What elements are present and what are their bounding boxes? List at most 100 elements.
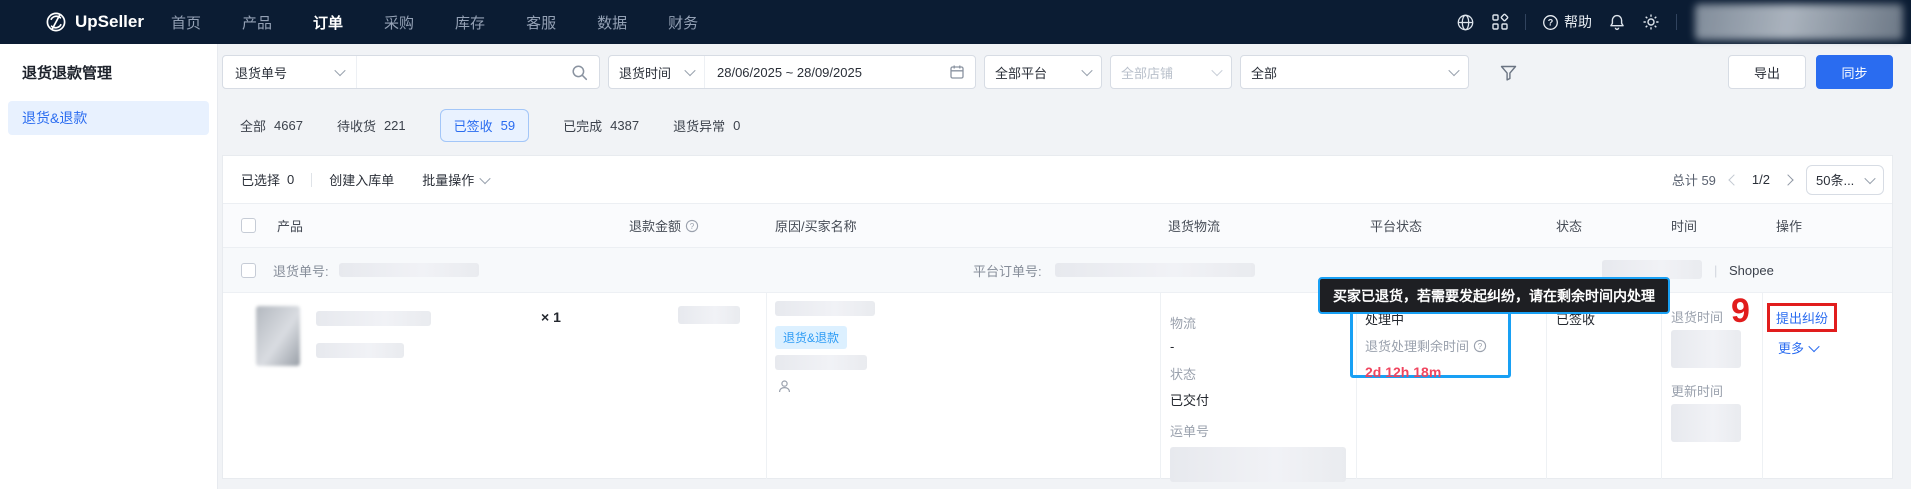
nav-item-data[interactable]: 数据	[597, 12, 627, 33]
divider	[311, 172, 313, 187]
col-time: 时间	[1671, 219, 1698, 234]
tab-count: 0	[733, 117, 741, 133]
svg-text:?: ?	[1548, 17, 1554, 27]
product-image-blurred[interactable]	[256, 306, 300, 366]
refund-amount-cell	[618, 293, 767, 479]
tab-completed[interactable]: 已完成 4387	[563, 116, 639, 135]
page-size-select[interactable]: 50条...	[1806, 164, 1884, 195]
help-question-icon: ?	[1542, 14, 1559, 31]
nav-item-home[interactable]: 首页	[171, 12, 201, 33]
remaining-time-row: 退货处理剩余时间 ?	[1365, 336, 1508, 355]
return-no-label: 退货单号:	[273, 263, 329, 279]
search-group: 退货单号	[222, 55, 600, 89]
product-cell: × 1	[223, 293, 618, 479]
product-title-blurred	[316, 311, 431, 326]
calendar-icon[interactable]	[949, 64, 965, 80]
nav-item-inventory[interactable]: 库存	[455, 12, 485, 33]
refund-amount-blurred	[678, 306, 740, 324]
sidebar-title: 退货退款管理	[22, 65, 113, 82]
time-type-select[interactable]: 退货时间	[609, 56, 704, 88]
top-nav: UpSeller 首页 产品 订单 采购 库存 客服 数据 财务 ? 帮助	[0, 0, 1911, 44]
dispute-tooltip: 买家已退货，若需要发起纠纷，请在剩余时间内处理	[1318, 277, 1670, 314]
row-checkbox[interactable]	[241, 262, 256, 278]
tab-return-abnormal[interactable]: 退货异常 0	[673, 116, 740, 135]
col-status: 状态	[1556, 219, 1583, 234]
table-row: × 1 退货&退款 物流 - 状态 已交付 运单号 已签收 退货时间 更新时间 …	[223, 293, 1892, 482]
nav-right-tools: ? 帮助	[1456, 4, 1903, 40]
time-type-value: 退货时间	[619, 65, 672, 81]
chevron-down-icon	[1448, 64, 1460, 77]
export-button[interactable]: 导出	[1728, 55, 1806, 89]
reason-blurred	[775, 301, 875, 316]
main-menu: 首页 产品 订单 采购 库存 客服 数据 财务	[171, 12, 698, 33]
tab-received[interactable]: 已签收 59	[439, 108, 530, 142]
question-circle-icon[interactable]: ?	[685, 219, 699, 233]
update-time-label: 更新时间	[1671, 384, 1724, 399]
nav-item-products[interactable]: 产品	[242, 12, 272, 33]
sync-button[interactable]: 同步	[1816, 55, 1893, 89]
divider: |	[1714, 262, 1718, 278]
logistics-value: -	[1170, 339, 1175, 354]
reason-buyer-cell: 退货&退款	[767, 293, 1161, 479]
return-no-blurred	[338, 263, 479, 277]
prev-page-icon[interactable]	[1728, 173, 1740, 186]
brand-logo[interactable]: UpSeller	[45, 11, 144, 33]
help-label: 帮助	[1564, 14, 1592, 30]
filter-bar: 退货单号 退货时间 28/06/2025 ~ 28/09/2025 全部平台 全…	[222, 55, 1893, 89]
svg-text:?: ?	[1478, 341, 1483, 350]
settings-gear-icon[interactable]	[1642, 13, 1660, 31]
date-range-value[interactable]: 28/06/2025 ~ 28/09/2025	[705, 65, 949, 80]
return-refund-tag: 退货&退款	[775, 326, 848, 349]
tab-count: 4667	[274, 117, 303, 133]
tab-all[interactable]: 全部 4667	[240, 116, 303, 135]
user-account-blurred[interactable]	[1695, 4, 1903, 40]
nav-divider	[1525, 14, 1526, 30]
shop-value: 全部店铺	[1121, 65, 1174, 81]
select-all-checkbox[interactable]	[241, 218, 256, 233]
language-globe-icon[interactable]	[1456, 13, 1475, 32]
tab-count: 221	[383, 117, 406, 133]
sidebar-item-returns-refunds[interactable]: 退货&退款	[8, 101, 209, 135]
platform-value: 全部平台	[995, 65, 1048, 81]
tab-to-receive[interactable]: 待收货 221	[337, 116, 406, 135]
shop-select[interactable]: 全部店铺	[1110, 55, 1232, 89]
nav-item-orders[interactable]: 订单	[313, 12, 343, 33]
buyer-person-icon[interactable]	[777, 379, 792, 394]
create-inbound-button[interactable]: 创建入库单	[329, 170, 394, 189]
apps-grid-icon[interactable]	[1491, 13, 1509, 31]
more-actions-link[interactable]: 更多	[1778, 338, 1820, 357]
status-value: 全部	[1251, 65, 1278, 81]
filter-funnel-icon[interactable]	[1499, 63, 1518, 82]
chevron-down-icon	[479, 172, 491, 184]
brand-name: UpSeller	[75, 12, 144, 31]
status-select[interactable]: 全部	[1240, 55, 1469, 89]
notification-bell-icon[interactable]	[1608, 13, 1626, 31]
next-page-icon[interactable]	[1782, 173, 1794, 186]
status-value: 已签收	[1556, 312, 1596, 327]
search-type-value: 退货单号	[235, 65, 288, 81]
return-time-blurred	[1671, 330, 1741, 368]
pagination: 总计 59 1/2 50条...	[1672, 164, 1884, 195]
tab-count: 4387	[610, 117, 640, 133]
platform-name: Shopee	[1729, 262, 1774, 278]
upseller-logo-icon	[45, 11, 67, 33]
question-circle-icon[interactable]: ?	[1473, 339, 1487, 353]
search-type-select[interactable]: 退货单号	[223, 56, 356, 88]
help-button[interactable]: ? 帮助	[1542, 12, 1592, 32]
search-input[interactable]	[357, 56, 571, 88]
search-icon[interactable]	[571, 64, 588, 81]
platform-select[interactable]: 全部平台	[984, 55, 1102, 89]
annotation-number-9: 9	[1731, 292, 1750, 330]
nav-item-service[interactable]: 客服	[526, 12, 556, 33]
nav-item-purchase[interactable]: 采购	[384, 12, 414, 33]
batch-operations-button[interactable]: 批量操作	[422, 170, 491, 189]
col-reason-buyer: 原因/买家名称	[775, 219, 857, 234]
col-return-logistics: 退货物流	[1168, 219, 1221, 234]
col-product: 产品	[277, 219, 304, 234]
results-card: 已选择 0 创建入库单 批量操作 总计 59 1/2 50条... 产品 退款金…	[222, 155, 1893, 482]
logistics-label: 物流	[1170, 316, 1197, 331]
page-indicator: 1/2	[1751, 172, 1770, 187]
actions-cell: 提出纠纷 更多	[1763, 293, 1892, 479]
nav-item-finance[interactable]: 财务	[668, 12, 698, 33]
raise-dispute-link[interactable]: 提出纠纷	[1767, 303, 1838, 332]
